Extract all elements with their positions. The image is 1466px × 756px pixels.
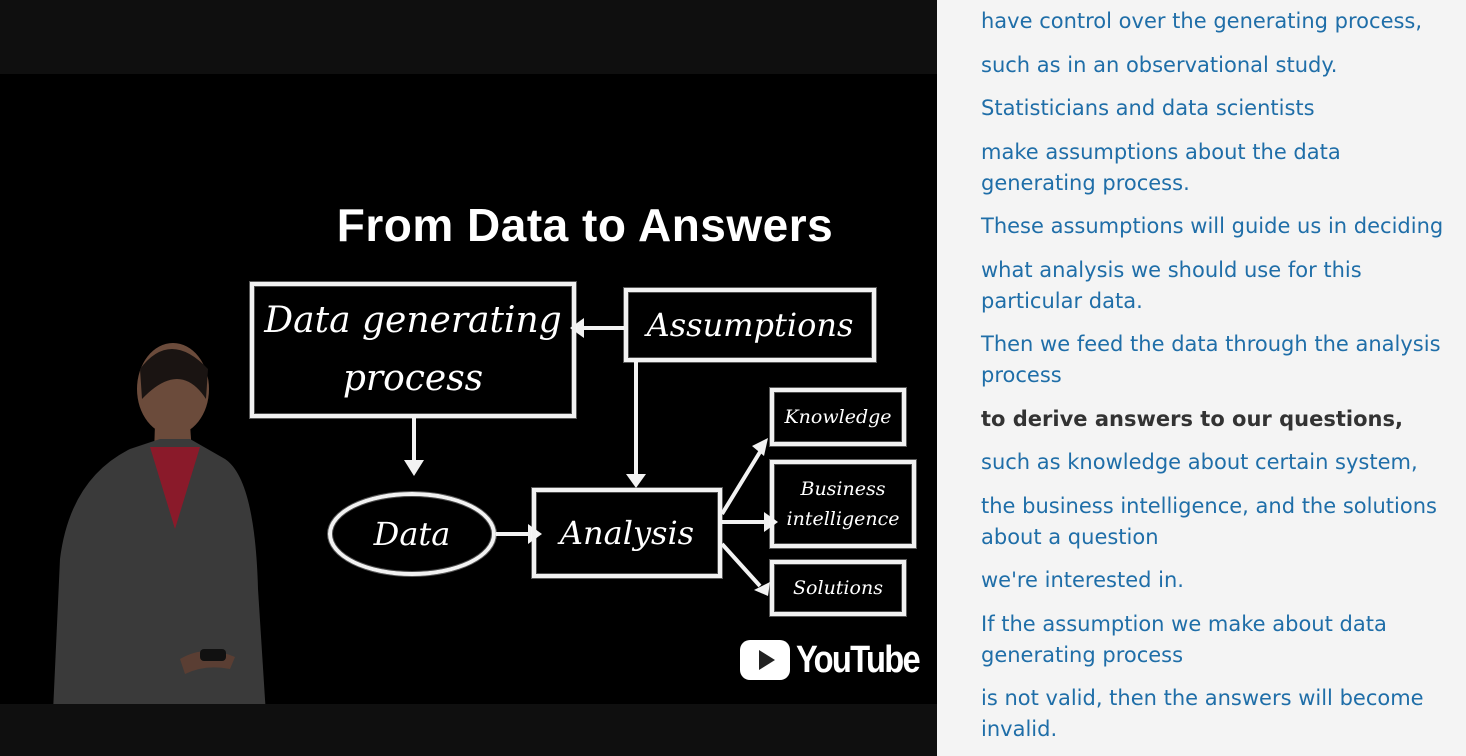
bi-label-line1: Business — [800, 478, 886, 500]
bi-label-line2: intelligence — [786, 508, 900, 530]
dgp-label-line2: process — [342, 358, 484, 399]
transcript-line[interactable]: If the assumption we make about data gen… — [981, 609, 1459, 671]
transcript-line[interactable]: have control over the generating process… — [981, 6, 1459, 37]
transcript-line[interactable]: is not valid, then the answers will beco… — [981, 683, 1459, 745]
youtube-play-icon — [740, 640, 790, 680]
transcript-line[interactable]: Statisticians and data scientists — [981, 93, 1459, 124]
transcript-line[interactable]: what analysis we should use for this par… — [981, 255, 1459, 317]
transcript-panel[interactable]: have control over the generating process… — [937, 0, 1466, 756]
data-generating-process-box: Data generating process — [250, 282, 576, 418]
transcript-line[interactable]: we're interested in. — [981, 565, 1459, 596]
transcript-line-current[interactable]: to derive answers to our questions, — [981, 404, 1459, 435]
video-frame[interactable]: From Data to Answers Data generating pro… — [0, 74, 937, 704]
transcript-list: have control over the generating process… — [981, 6, 1459, 756]
business-intelligence-box: Business intelligence — [770, 460, 916, 548]
transcript-line[interactable]: Then we feed the data through the analys… — [981, 329, 1459, 391]
solutions-box: Solutions — [770, 560, 906, 616]
transcript-line[interactable]: the business intelligence, and the solut… — [981, 491, 1459, 553]
transcript-line[interactable]: such as in an observational study. — [981, 50, 1459, 81]
knowledge-box: Knowledge — [770, 388, 906, 446]
analysis-box: Analysis — [532, 488, 722, 578]
transcript-line[interactable]: make assumptions about the data generati… — [981, 137, 1459, 199]
assumptions-box: Assumptions — [624, 288, 876, 362]
youtube-wordmark: YouTube — [796, 638, 921, 681]
transcript-line[interactable]: These assumptions will guide us in decid… — [981, 211, 1459, 242]
video-player[interactable]: From Data to Answers Data generating pro… — [0, 0, 937, 756]
transcript-line[interactable]: such as knowledge about certain system, — [981, 447, 1459, 478]
presenter-figure — [53, 343, 266, 704]
dgp-label-line1: Data generating — [264, 300, 562, 341]
slide-title: From Data to Answers — [336, 199, 834, 251]
youtube-logo[interactable]: YouTube — [740, 638, 937, 682]
data-ellipse: Data — [328, 492, 496, 576]
